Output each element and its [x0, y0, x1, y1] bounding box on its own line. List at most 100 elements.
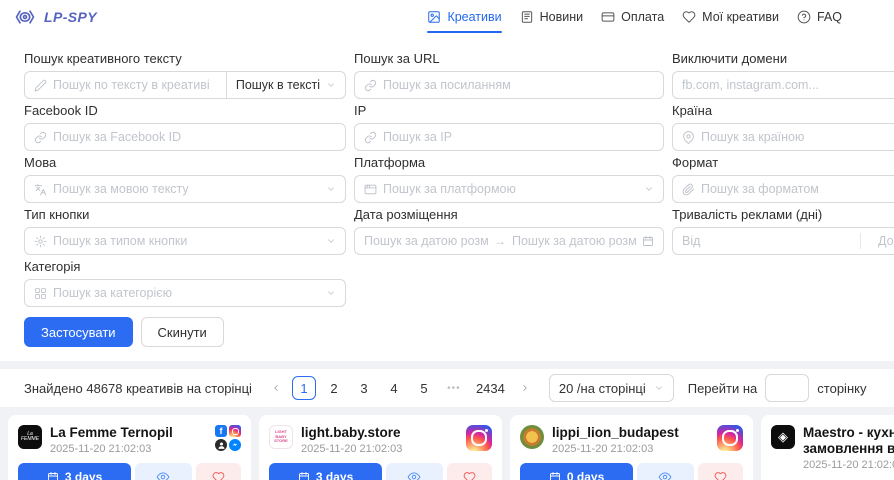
days-active-button[interactable]: 0 days: [520, 463, 633, 480]
map-pin-icon: [682, 131, 695, 144]
creative-text-input[interactable]: [53, 78, 217, 92]
creative-card[interactable]: LIGHT BABY STORE light.baby.store 2025-1…: [259, 415, 502, 480]
profile-icon[interactable]: [215, 439, 227, 451]
advertiser-name[interactable]: light.baby.store: [301, 425, 458, 441]
date-range-picker[interactable]: [354, 227, 664, 255]
instagram-icon[interactable]: [717, 425, 743, 451]
ip-input[interactable]: [383, 130, 654, 144]
creative-card[interactable]: La FEMME La Femme Ternopil 2025-11-20 21…: [8, 415, 251, 480]
page-3[interactable]: 3: [352, 376, 376, 400]
favorite-button[interactable]: [447, 463, 492, 480]
results-bar: Знайдено 48678 креативів на сторінці 1 2…: [0, 369, 894, 407]
apply-button[interactable]: Застосувати: [24, 317, 133, 347]
filter-ip: IP: [354, 103, 664, 151]
heart-icon: [212, 471, 225, 480]
calendar-icon: [642, 235, 654, 247]
chevron-down-icon: [644, 184, 654, 194]
days-label: 0 days: [567, 470, 604, 480]
facebook-id-input[interactable]: [53, 130, 336, 144]
ip-input-box: [354, 123, 664, 151]
advertiser-name[interactable]: lippi_lion_budapest: [552, 425, 709, 441]
advertiser-name[interactable]: Maestro - кухні, ме замовлення в Ужго: [803, 425, 894, 457]
mode-select-value: Пошук в тексті: [236, 78, 320, 92]
duration-from-input[interactable]: [673, 234, 852, 248]
nav-label: Оплата: [621, 10, 664, 24]
button-type-select[interactable]: [24, 227, 346, 255]
page-2[interactable]: 2: [322, 376, 346, 400]
brand-logo[interactable]: LP-SPY: [12, 7, 97, 27]
instagram-icon[interactable]: [466, 425, 492, 451]
exclude-domains-input-box: [672, 71, 894, 99]
reset-button[interactable]: Скинути: [141, 317, 224, 347]
view-button[interactable]: [637, 463, 694, 480]
date-from-input[interactable]: [364, 234, 488, 248]
text-search-mode-select[interactable]: Пошук в тексті: [227, 71, 346, 99]
goto-suffix: сторінку: [817, 381, 866, 396]
heart-icon: [682, 10, 696, 24]
button-type-input[interactable]: [53, 234, 320, 248]
language-input[interactable]: [53, 182, 320, 196]
creative-card[interactable]: Maestro - кухні, ме замовлення в Ужго 20…: [761, 415, 894, 480]
filter-url: Пошук за URL: [354, 51, 664, 99]
prev-page-button[interactable]: [266, 376, 286, 400]
format-input[interactable]: [701, 182, 894, 196]
creatives-list: La FEMME La Femme Ternopil 2025-11-20 21…: [0, 415, 894, 480]
platform-input[interactable]: [383, 182, 638, 196]
eye-icon: [156, 470, 170, 480]
calendar-icon: [298, 471, 310, 480]
country-input-box: [672, 123, 894, 151]
nav-faq[interactable]: FAQ: [797, 0, 842, 33]
platform-select[interactable]: [354, 175, 664, 203]
exclude-domains-input[interactable]: [682, 78, 894, 92]
field-label: Пошук за URL: [354, 51, 664, 66]
page-1[interactable]: 1: [292, 376, 316, 400]
view-button[interactable]: [135, 463, 192, 480]
nav-news[interactable]: Новини: [520, 0, 584, 33]
filter-format: Формат: [672, 155, 894, 203]
nav-label: FAQ: [817, 10, 842, 24]
facebook-id-input-box: [24, 123, 346, 151]
facebook-icon[interactable]: [215, 425, 227, 437]
instagram-icon[interactable]: [229, 425, 241, 437]
translate-icon: [34, 183, 47, 196]
duration-to-input[interactable]: [869, 234, 894, 248]
pencil-icon: [34, 79, 47, 92]
language-select[interactable]: [24, 175, 346, 203]
field-label: Тип кнопки: [24, 207, 346, 222]
days-label: 3 days: [316, 470, 353, 480]
filter-country: Країна: [672, 103, 894, 151]
next-page-button[interactable]: [515, 376, 535, 400]
page-5[interactable]: 5: [412, 376, 436, 400]
date-to-input[interactable]: [512, 234, 636, 248]
goto-page-input[interactable]: [765, 374, 809, 402]
nav-payment[interactable]: Оплата: [601, 0, 664, 33]
nav-label: Мої креативи: [702, 10, 779, 24]
page-4[interactable]: 4: [382, 376, 406, 400]
category-input[interactable]: [53, 286, 320, 300]
filter-language: Мова: [24, 155, 346, 203]
nav-my-creatives[interactable]: Мої креативи: [682, 0, 779, 33]
days-active-button[interactable]: 3 days: [269, 463, 382, 480]
paperclip-icon: [682, 183, 695, 196]
url-input[interactable]: [383, 78, 654, 92]
page-last[interactable]: 2434: [472, 376, 509, 400]
days-active-button[interactable]: 3 days: [18, 463, 131, 480]
format-input-box: [672, 175, 894, 203]
country-input[interactable]: [701, 130, 894, 144]
gear-icon: [34, 235, 47, 248]
goto-page: Перейти на сторінку: [688, 374, 867, 402]
nav-creatives[interactable]: Креативи: [427, 0, 501, 33]
avatar: La FEMME: [18, 425, 42, 449]
view-button[interactable]: [386, 463, 443, 480]
page-ellipsis[interactable]: •••: [442, 376, 466, 400]
favorite-button[interactable]: [196, 463, 241, 480]
creative-card[interactable]: lippi_lion_budapest 2025-11-20 21:02:03 …: [510, 415, 753, 480]
messenger-icon[interactable]: [229, 439, 241, 451]
calendar-icon: [549, 471, 561, 480]
app-window-icon: [364, 183, 377, 196]
filter-category: Категорія: [24, 259, 346, 307]
page-size-select[interactable]: 20 /на сторінці: [549, 374, 674, 402]
favorite-button[interactable]: [698, 463, 743, 480]
category-select[interactable]: [24, 279, 346, 307]
advertiser-name[interactable]: La Femme Ternopil: [50, 425, 207, 441]
